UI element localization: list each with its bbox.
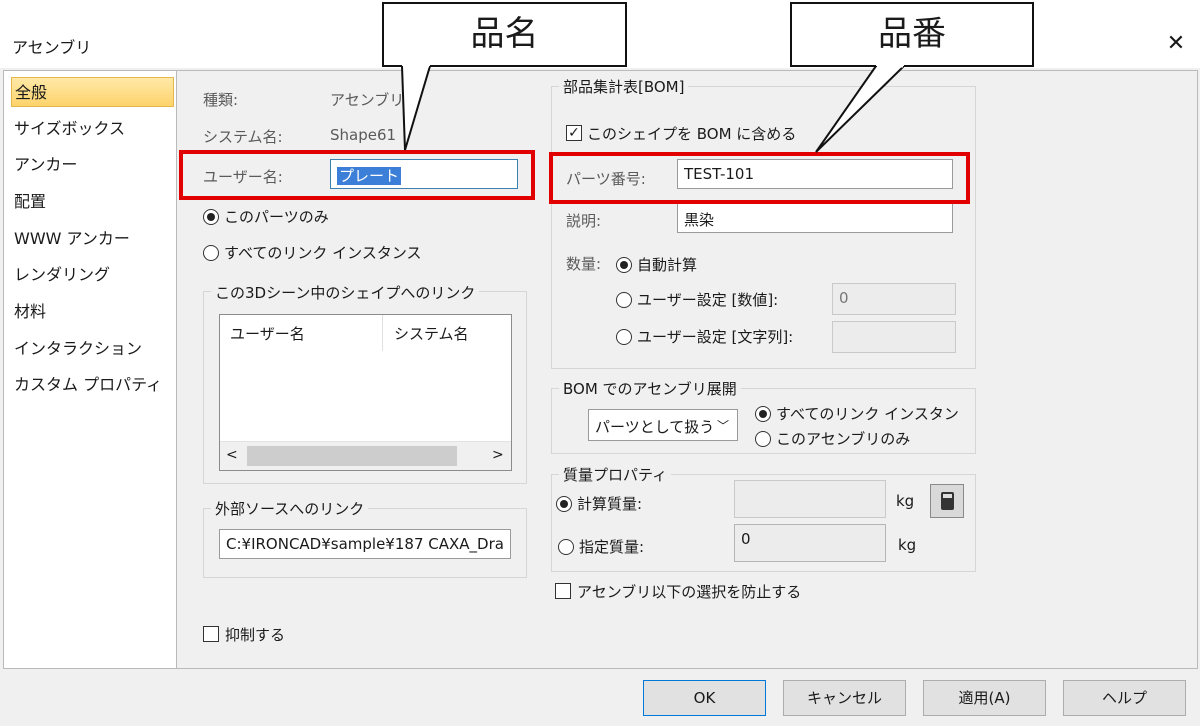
callout-pointers <box>400 64 907 153</box>
name-callout-pointer <box>400 65 432 151</box>
number-callout-pointer <box>815 65 907 153</box>
name-callout: 品名 <box>382 2 627 66</box>
number-callout: 品番 <box>790 2 1034 66</box>
